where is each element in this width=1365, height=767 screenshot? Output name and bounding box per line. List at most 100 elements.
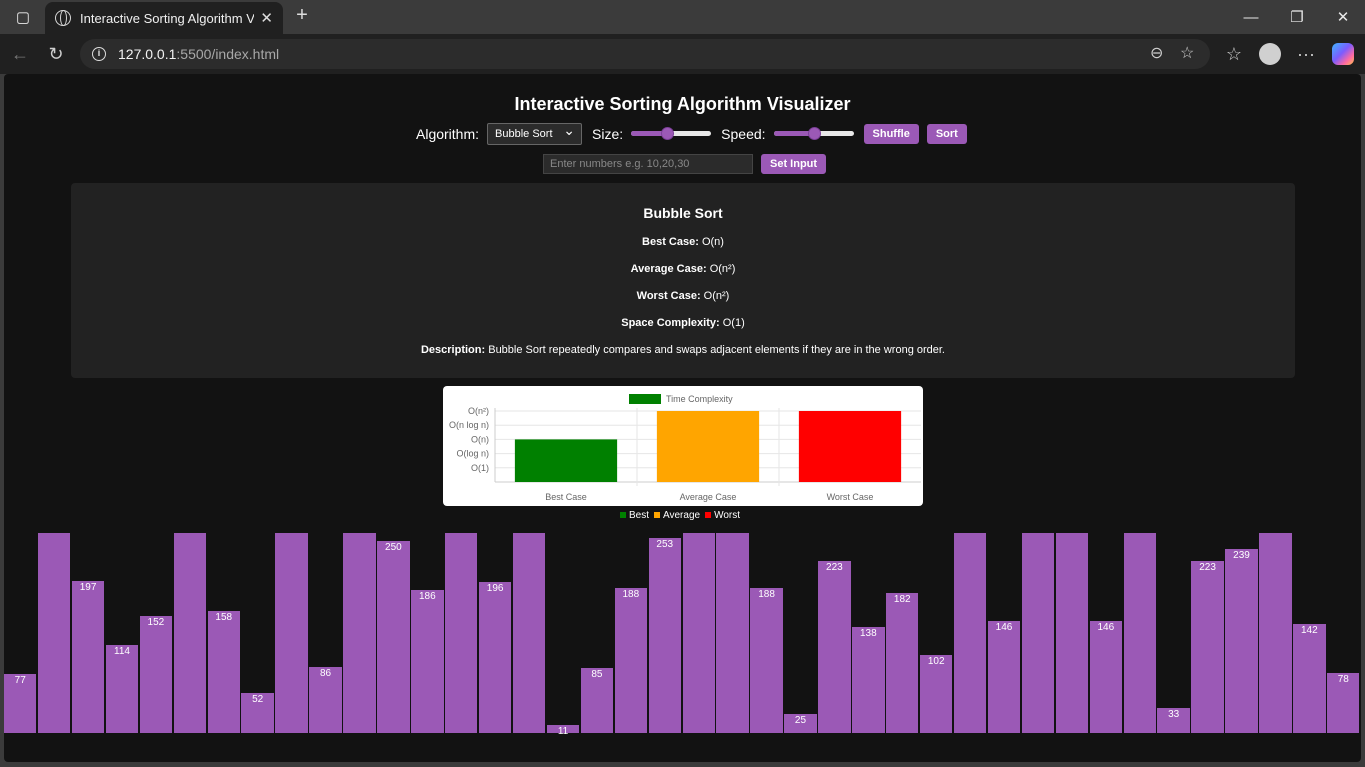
array-bar: 253 [648, 538, 681, 733]
close-window-icon[interactable]: ✕ [1320, 0, 1365, 34]
algorithm-label: Algorithm: [416, 126, 480, 142]
array-bar: 52 [241, 693, 274, 733]
reload-icon[interactable]: ↻ [44, 42, 68, 66]
array-bar: 85 [580, 668, 614, 733]
worst-case-row: Worst Case: O(n²) [636, 290, 730, 302]
complexity-legend: Best Average Worst [4, 510, 1361, 521]
legend-swatch [705, 512, 712, 518]
array-bar: 239 [1225, 549, 1258, 733]
legend-swatch [654, 512, 660, 518]
chart-y-tick-label: O(n log n) [449, 420, 489, 430]
copilot-icon[interactable] [1332, 43, 1354, 65]
back-icon[interactable]: ← [8, 42, 32, 66]
array-bar: 182 [886, 593, 919, 733]
browser-toolbar: ← ↻ i 127.0.0.1:5500/index.html ⊖ ☆ ☆ ··… [0, 34, 1365, 74]
controls-bar: Algorithm: Bubble Sort Size: Speed: Shuf… [416, 120, 967, 145]
new-tab-button[interactable]: + [290, 4, 314, 28]
url-path: :5500/index.html [176, 46, 280, 62]
speed-slider[interactable] [773, 127, 854, 141]
chart-legend-swatch [629, 394, 661, 404]
size-slider[interactable] [631, 127, 712, 141]
chart-x-tick-label: Worst Case [827, 492, 874, 502]
sort-button[interactable]: Sort [926, 124, 967, 144]
site-info-icon[interactable]: i [92, 47, 106, 61]
array-bar: 152 [139, 616, 173, 733]
set-input-button[interactable]: Set Input [761, 154, 827, 174]
legend-label: Best [628, 510, 649, 521]
chart-y-tick-label: O(n²) [468, 406, 489, 416]
zoom-icon[interactable]: ⊖ [1150, 43, 1163, 63]
array-bar [275, 533, 308, 733]
address-bar[interactable]: i 127.0.0.1:5500/index.html ⊖ ☆ [80, 39, 1210, 69]
array-bar [343, 533, 376, 733]
array-bar: 250 [377, 541, 410, 733]
average-case-row: Average Case: O(n²) [630, 263, 736, 275]
array-bar [512, 533, 546, 733]
array-bar: 223 [1191, 561, 1224, 733]
space-complexity-row: Space Complexity: O(1) [621, 317, 745, 329]
tab-title: Interactive Sorting Algorithm Visu [80, 10, 255, 26]
more-menu-icon[interactable]: ··· [1294, 42, 1318, 66]
array-bar: 114 [105, 645, 139, 733]
shuffle-button[interactable]: Shuffle [863, 124, 919, 144]
legend-swatch [619, 512, 626, 518]
tab-actions-icon[interactable]: ▢ [0, 0, 46, 34]
chart-bar-average-case [656, 411, 760, 482]
array-bar [445, 533, 478, 733]
legend-item-worst: Worst [705, 510, 740, 521]
chart-bar-best-case [514, 439, 618, 482]
array-bar [1055, 533, 1089, 733]
custom-input-row: Enter numbers e.g. 10,20,30 Set Input [543, 154, 827, 174]
algorithm-name: Bubble Sort [643, 205, 723, 221]
array-bar [1021, 533, 1055, 733]
page-content: Interactive Sorting Algorithm Visualizer… [4, 74, 1361, 762]
numbers-input[interactable]: Enter numbers e.g. 10,20,30 [543, 154, 753, 174]
legend-item-average: Average [654, 510, 700, 521]
array-bar: 196 [478, 582, 512, 733]
chart-x-tick-label: Average Case [680, 492, 737, 502]
array-bar [173, 533, 207, 733]
array-bar: 186 [411, 590, 444, 733]
complexity-chart-svg: Time Complexity O(1) O(log n) O(n) O(n log n… [449, 394, 921, 502]
browser-titlebar: ▢ Interactive Sorting Algorithm Visu ✕ +… [0, 0, 1365, 34]
array-bar [1123, 533, 1156, 733]
speed-label: Speed: [721, 126, 766, 142]
description-row: Description: Bubble Sort repeatedly comp… [420, 344, 945, 356]
legend-item-best: Best [619, 510, 649, 521]
chart-y-tick-label: O(n) [471, 434, 489, 444]
array-bar: 25 [784, 714, 817, 733]
minimize-icon[interactable]: — [1228, 0, 1274, 34]
array-bar: 158 [207, 611, 240, 733]
legend-label: Worst [714, 510, 741, 521]
favorites-icon[interactable]: ☆ [1222, 42, 1246, 66]
legend-label: Average [663, 510, 701, 521]
favorite-star-icon[interactable]: ☆ [1180, 43, 1194, 63]
profile-avatar[interactable] [1259, 43, 1281, 65]
chart-y-tick-label: O(1) [471, 463, 489, 473]
chart-x-tick-label: Best Case [545, 492, 587, 502]
browser-tab[interactable]: Interactive Sorting Algorithm Visu ✕ [45, 2, 283, 34]
chart-bar-worst-case [798, 411, 902, 482]
algorithm-info-panel: Bubble Sort Best Case: O(n) Average Case… [71, 183, 1295, 378]
chart-legend-label: Time Complexity [666, 394, 733, 404]
restore-icon[interactable]: ❐ [1274, 0, 1320, 34]
close-tab-icon[interactable]: ✕ [260, 9, 273, 27]
array-bar: 33 [1157, 708, 1190, 733]
algorithm-select[interactable]: Bubble Sort [487, 120, 583, 145]
array-bar: 142 [1293, 624, 1326, 733]
size-label: Size: [592, 126, 624, 142]
globe-icon [55, 10, 71, 26]
page-title: Interactive Sorting Algorithm Visualizer [514, 94, 851, 114]
array-bar [1259, 533, 1292, 733]
best-case-row: Best Case: O(n) [642, 236, 724, 248]
array-bar: 138 [852, 627, 885, 733]
array-bar: 77 [4, 674, 37, 733]
complexity-chart: Time Complexity O(1) O(log n) O(n) O(n log n… [443, 386, 923, 506]
array-bar: 197 [71, 581, 105, 733]
array-bars: 77 197 114 152 158 52 86 250 186 196 11 85 188 253 188… [4, 533, 1361, 737]
array-bar [37, 533, 71, 733]
array-bar: 223 [818, 561, 851, 733]
array-bar [953, 533, 987, 733]
array-bar [716, 533, 749, 733]
array-bar: 102 [919, 655, 953, 733]
